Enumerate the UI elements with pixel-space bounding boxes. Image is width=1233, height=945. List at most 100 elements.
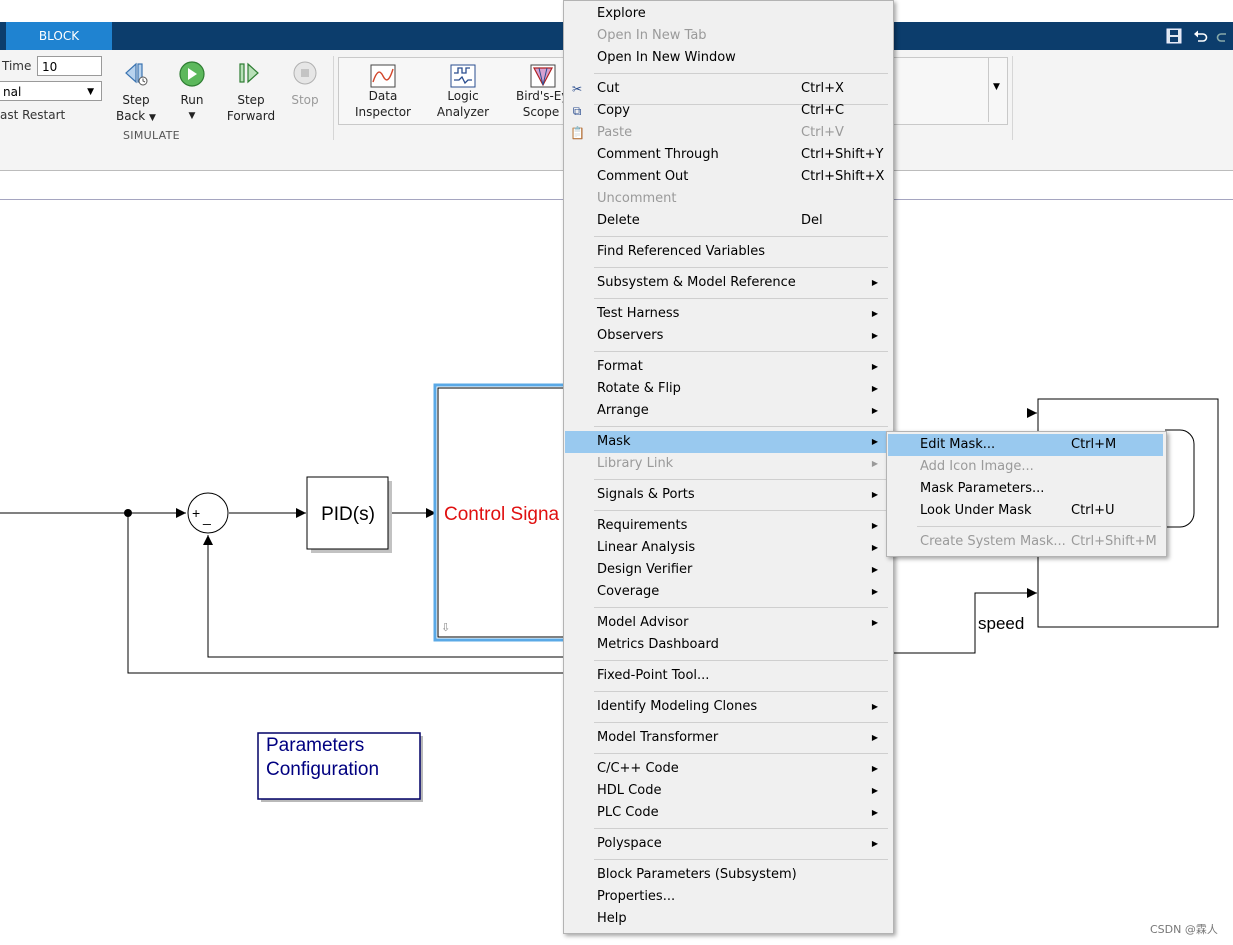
menu-item-label: Test Harness [597,306,680,321]
submenu-arrow-icon: ▶ [871,362,878,371]
menu-item-explore[interactable]: Explore [565,3,892,25]
menu-item-label: Cut [597,81,620,96]
data-inspector-button[interactable]: Data Inspector [352,60,414,122]
submenu-arrow-icon: ▶ [871,764,878,773]
menu-item-model-transformer[interactable]: Model Transformer ▶ [565,727,892,749]
menu-item-requirements[interactable]: Requirements ▶ [565,515,892,537]
submenu-arrow-icon: ▶ [871,733,878,742]
menu-item-label: Coverage [597,584,660,599]
submenu-arrow-icon: ▶ [871,521,878,530]
menu-item-rotate-flip[interactable]: Rotate & Flip ▶ [565,378,892,400]
menu-item-label: PLC Code [597,805,659,820]
menu-separator [594,479,888,480]
menu-item-subsystem-model-reference[interactable]: Subsystem & Model Reference ▶ [565,272,892,294]
menu-item-properties[interactable]: Properties... [565,886,892,908]
menu-item-format[interactable]: Format ▶ [565,356,892,378]
menu-separator [594,859,888,860]
menu-item-coverage[interactable]: Coverage ▶ [565,581,892,603]
menu-item-label: Copy [597,103,630,118]
birds-eye-label-1: Bird's-Ey [516,89,566,103]
menu-item-hdl-code[interactable]: HDL Code ▶ [565,780,892,802]
menu-item-polyspace[interactable]: Polyspace ▶ [565,833,892,855]
logic-analyzer-icon [450,64,476,88]
menu-item-metrics-dashboard[interactable]: Metrics Dashboard [565,634,892,656]
fast-restart-label[interactable]: ast Restart [0,108,65,122]
menu-item-label: Add Icon Image... [920,459,1034,474]
menu-item-label: Edit Mask... [920,437,996,452]
redo-icon[interactable] [1216,28,1230,44]
mask-menu-item-edit-mask[interactable]: Edit Mask... Ctrl+M [888,434,1163,456]
menu-item-cut[interactable]: ✂ Cut Ctrl+X [565,78,892,100]
menu-item-find-referenced-variables[interactable]: Find Referenced Variables [565,241,892,263]
menu-item-label: Comment Out [597,169,689,184]
mask-menu-item-mask-parameters[interactable]: Mask Parameters... [888,478,1163,500]
menu-item-comment-out[interactable]: Comment Out Ctrl+Shift+X [565,166,892,188]
menu-item-shortcut: Ctrl+M [1071,437,1117,452]
tab-block[interactable]: BLOCK [6,22,112,50]
menu-separator [594,426,888,427]
save-icon[interactable] [1166,28,1182,44]
menu-item-c-c-code[interactable]: C/C++ Code ▶ [565,758,892,780]
menu-item-label: Subsystem & Model Reference [597,275,796,290]
menu-item-signals-ports[interactable]: Signals & Ports ▶ [565,484,892,506]
menu-item-label: Comment Through [597,147,719,162]
menu-item-shortcut: Ctrl+Shift+Y [801,147,884,162]
menu-item-plc-code[interactable]: PLC Code ▶ [565,802,892,824]
submenu-arrow-icon: ▶ [871,384,878,393]
submenu-arrow-icon: ▶ [871,490,878,499]
ribbon-separator [1012,56,1013,140]
step-back-button[interactable]: Step Back ▼ [112,58,160,126]
menu-item-open-in-new-window[interactable]: Open In New Window [565,47,892,69]
menu-item-fixed-point-tool[interactable]: Fixed-Point Tool... [565,665,892,687]
menu-item-label: Signals & Ports [597,487,695,502]
menu-item-label: HDL Code [597,783,662,798]
step-forward-label-2: Forward [226,109,276,123]
menu-item-delete[interactable]: Delete Del [565,210,892,232]
stop-button[interactable]: Stop [286,58,324,108]
mask-menu-item-look-under-mask[interactable]: Look Under Mask Ctrl+U [888,500,1163,522]
menu-item-arrange[interactable]: Arrange ▶ [565,400,892,422]
menu-separator [594,660,888,661]
menu-item-mask[interactable]: Mask ▶ [565,431,892,453]
chevron-down-icon: ▼ [188,111,196,121]
menu-item-copy[interactable]: ⧉ Copy Ctrl+C [565,100,892,122]
step-back-label-1: Step [122,93,150,107]
menu-item-comment-through[interactable]: Comment Through Ctrl+Shift+Y [565,144,892,166]
menu-item-design-verifier[interactable]: Design Verifier ▶ [565,559,892,581]
menu-item-shortcut: Ctrl+X [801,81,844,96]
run-label: Run [180,93,204,107]
run-button[interactable]: Run ▼ [170,58,214,126]
step-forward-button[interactable]: Step Forward [224,58,278,126]
menu-item-label: Delete [597,213,640,228]
menu-item-label: Linear Analysis [597,540,696,555]
menu-item-label: Open In New Window [597,50,736,65]
gallery-expand-button[interactable]: ▼ [988,58,1007,122]
menu-item-test-harness[interactable]: Test Harness ▶ [565,303,892,325]
birds-eye-scope-button[interactable]: Bird's-Ey Scope [512,60,566,122]
menu-item-label: Explore [597,6,646,21]
menu-item-label: Mask [597,434,631,449]
submenu-arrow-icon: ▶ [871,702,878,711]
menu-item-block-parameters-subsystem[interactable]: Block Parameters (Subsystem) [565,864,892,886]
menu-item-linear-analysis[interactable]: Linear Analysis ▶ [565,537,892,559]
menu-item-model-advisor[interactable]: Model Advisor ▶ [565,612,892,634]
menu-separator [594,73,888,74]
simulation-mode-select[interactable]: nal ▼ [0,81,102,101]
menu-item-identify-modeling-clones[interactable]: Identify Modeling Clones ▶ [565,696,892,718]
menu-item-label: Observers [597,328,664,343]
context-menu: Explore Open In New Tab Open In New Window… [563,0,894,934]
undo-icon[interactable] [1192,28,1208,44]
submenu-arrow-icon: ▶ [871,839,878,848]
step-forward-label-1: Step [237,93,265,107]
params-label-line1: Parameters [266,735,364,756]
menu-separator [594,828,888,829]
stop-time-input[interactable]: 10 [37,56,102,76]
stop-time-label: Time [2,59,32,73]
logic-analyzer-button[interactable]: Logic Analyzer [432,60,494,122]
menu-item-label: Metrics Dashboard [597,637,719,652]
submenu-arrow-icon: ▶ [871,406,878,415]
menu-item-observers[interactable]: Observers ▶ [565,325,892,347]
menu-item-label: Design Verifier [597,562,693,577]
sum-minus-sign: _ [202,509,211,525]
menu-item-help[interactable]: Help [565,908,892,930]
